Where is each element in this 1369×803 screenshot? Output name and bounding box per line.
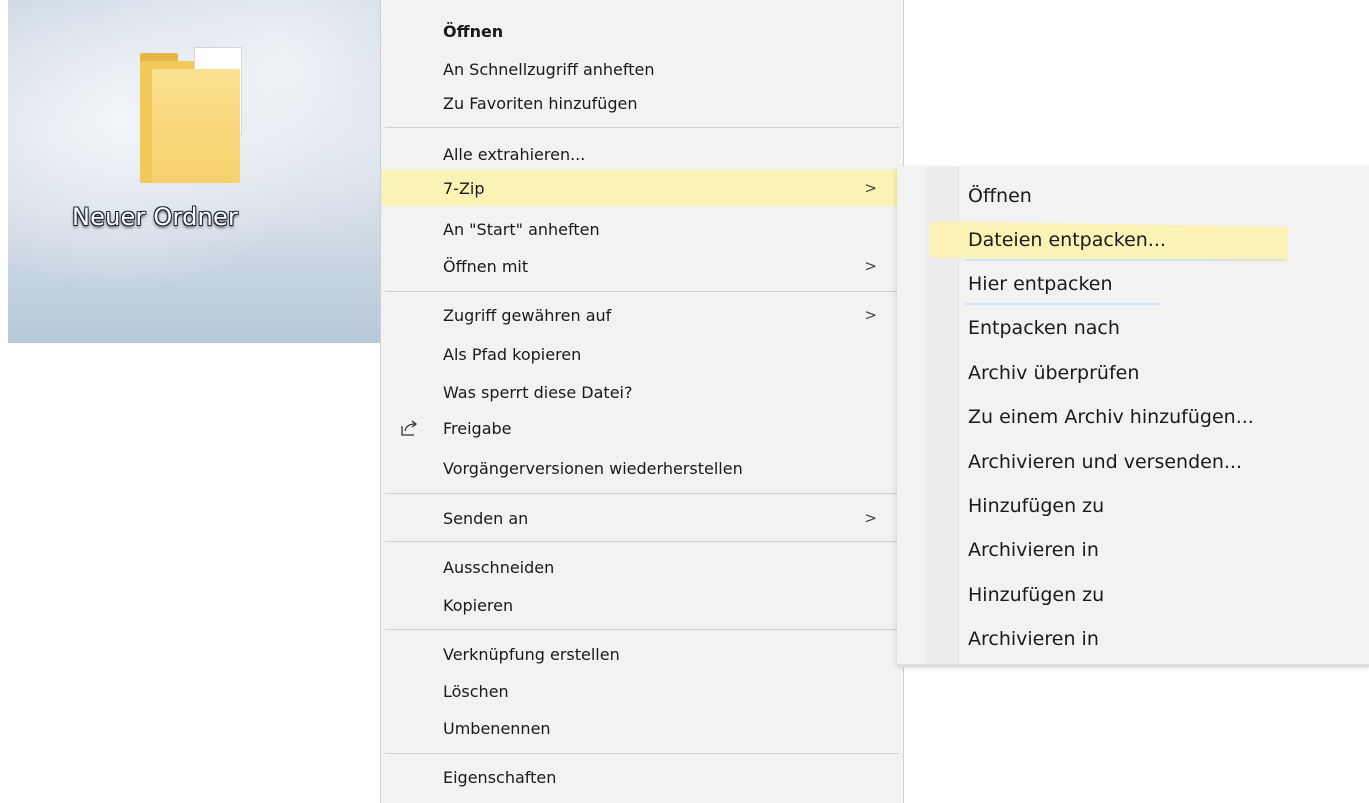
menu-item-rename[interactable]: Umbenennen	[381, 710, 903, 746]
submenu-item-add-to-archive[interactable]: Zu einem Archiv hinzufügen...	[897, 395, 1369, 439]
menu-item-delete[interactable]: Löschen	[381, 673, 903, 709]
menu-item-pin-quick-access[interactable]: An Schnellzugriff anheften	[381, 51, 903, 87]
menu-item-share[interactable]: Freigabe	[381, 410, 903, 446]
submenu-item-add-to-1[interactable]: Hinzufügen zu	[897, 484, 1369, 528]
menu-item-create-shortcut[interactable]: Verknüpfung erstellen	[381, 636, 903, 672]
submenu-bottom-edge	[897, 664, 1369, 667]
submenu-item-extract-to[interactable]: Entpacken nach	[897, 306, 1369, 350]
menu-item-label: Zu Favoriten hinzufügen	[443, 93, 638, 113]
submenu-item-add-to-2[interactable]: Hinzufügen zu	[897, 573, 1369, 617]
submenu-item-extract-files[interactable]: Dateien entpacken...	[897, 218, 1369, 263]
submenu-item-label: Entpacken nach	[968, 317, 1120, 339]
menu-item-what-locks-file[interactable]: Was sperrt diese Datei?	[381, 374, 903, 410]
submenu-item-archive-in-2[interactable]: Archivieren in	[897, 617, 1369, 661]
submenu-item-label: Archivieren und versenden...	[968, 451, 1243, 473]
menu-item-add-favorites[interactable]: Zu Favoriten hinzufügen	[381, 85, 903, 121]
chevron-right-icon: >	[864, 306, 877, 324]
submenu-item-label: Archivieren in	[968, 628, 1099, 650]
menu-item-label: Löschen	[443, 681, 509, 701]
menu-item-copy-as-path[interactable]: Als Pfad kopieren	[381, 336, 903, 372]
menu-item-label: Verknüpfung erstellen	[443, 644, 620, 664]
menu-item-label: Zugriff gewähren auf	[443, 305, 612, 325]
menu-item-label: Ausschneiden	[443, 557, 555, 577]
menu-item-7zip[interactable]: 7-Zip >	[381, 170, 903, 206]
submenu-item-label: Hinzufügen zu	[968, 495, 1105, 517]
submenu-item-label: Hier entpacken	[968, 273, 1113, 295]
submenu-item-label: Öffnen	[968, 185, 1032, 207]
submenu-item-compress-and-email[interactable]: Archivieren und versenden...	[897, 440, 1369, 484]
submenu-item-extract-here[interactable]: Hier entpacken	[897, 262, 1369, 306]
desktop-background: Neuer Ordner	[8, 0, 380, 343]
share-icon	[401, 420, 418, 436]
menu-separator	[385, 493, 899, 494]
chevron-right-icon: >	[864, 509, 877, 527]
submenu-item-open[interactable]: Öffnen	[897, 174, 1369, 218]
submenu-item-test-archive[interactable]: Archiv überprüfen	[897, 351, 1369, 395]
menu-item-label: Was sperrt diese Datei?	[443, 382, 633, 402]
menu-item-give-access[interactable]: Zugriff gewähren auf >	[381, 297, 903, 333]
menu-item-label: Öffnen	[443, 21, 504, 41]
submenu-item-label: Zu einem Archiv hinzufügen...	[968, 406, 1254, 428]
chevron-right-icon: >	[864, 179, 877, 197]
menu-item-properties[interactable]: Eigenschaften	[381, 759, 903, 795]
menu-item-label: Vorgängerversionen wiederherstellen	[443, 458, 743, 478]
menu-item-label: An Schnellzugriff anheften	[443, 59, 655, 79]
menu-separator	[385, 291, 899, 292]
menu-separator	[385, 629, 899, 630]
chevron-right-icon: >	[864, 257, 877, 275]
menu-separator	[385, 753, 899, 754]
submenu-item-label: Dateien entpacken...	[968, 229, 1166, 251]
folder-icon[interactable]	[140, 47, 242, 183]
folder-front	[152, 69, 240, 183]
menu-item-label: Als Pfad kopieren	[443, 344, 582, 364]
context-menu: Öffnen An Schnellzugriff anheften Zu Fav…	[380, 0, 904, 803]
menu-item-cut[interactable]: Ausschneiden	[381, 549, 903, 585]
folder-name-label[interactable]: Neuer Ordner	[72, 203, 238, 231]
menu-item-label: Alle extrahieren...	[443, 144, 586, 164]
menu-item-label: An "Start" anheften	[443, 219, 600, 239]
submenu-item-label: Hinzufügen zu	[968, 584, 1105, 606]
hover-underline	[965, 303, 1161, 305]
submenu-item-label: Archivieren in	[968, 539, 1099, 561]
menu-item-label: Öffnen mit	[443, 256, 529, 276]
highlight-underline	[965, 259, 1285, 261]
menu-item-label: Kopieren	[443, 595, 514, 615]
menu-separator	[385, 541, 899, 542]
menu-item-open[interactable]: Öffnen	[381, 13, 903, 49]
menu-item-send-to[interactable]: Senden an >	[381, 500, 903, 536]
menu-item-extract-all[interactable]: Alle extrahieren...	[381, 136, 903, 172]
submenu-item-label: Archiv überprüfen	[968, 362, 1140, 384]
menu-item-label: 7-Zip	[443, 178, 485, 198]
menu-item-open-with[interactable]: Öffnen mit >	[381, 248, 903, 284]
menu-item-copy[interactable]: Kopieren	[381, 587, 903, 623]
submenu-7zip: Öffnen Dateien entpacken... Hier entpack…	[897, 166, 1369, 664]
submenu-item-archive-in-1[interactable]: Archivieren in	[897, 528, 1369, 572]
menu-item-pin-start[interactable]: An "Start" anheften	[381, 211, 903, 247]
menu-item-label: Eigenschaften	[443, 767, 557, 787]
menu-item-label: Umbenennen	[443, 718, 551, 738]
menu-item-label: Freigabe	[443, 418, 512, 438]
menu-separator	[385, 127, 899, 128]
menu-item-restore-previous-versions[interactable]: Vorgängerversionen wiederherstellen	[381, 450, 903, 486]
menu-item-label: Senden an	[443, 508, 529, 528]
